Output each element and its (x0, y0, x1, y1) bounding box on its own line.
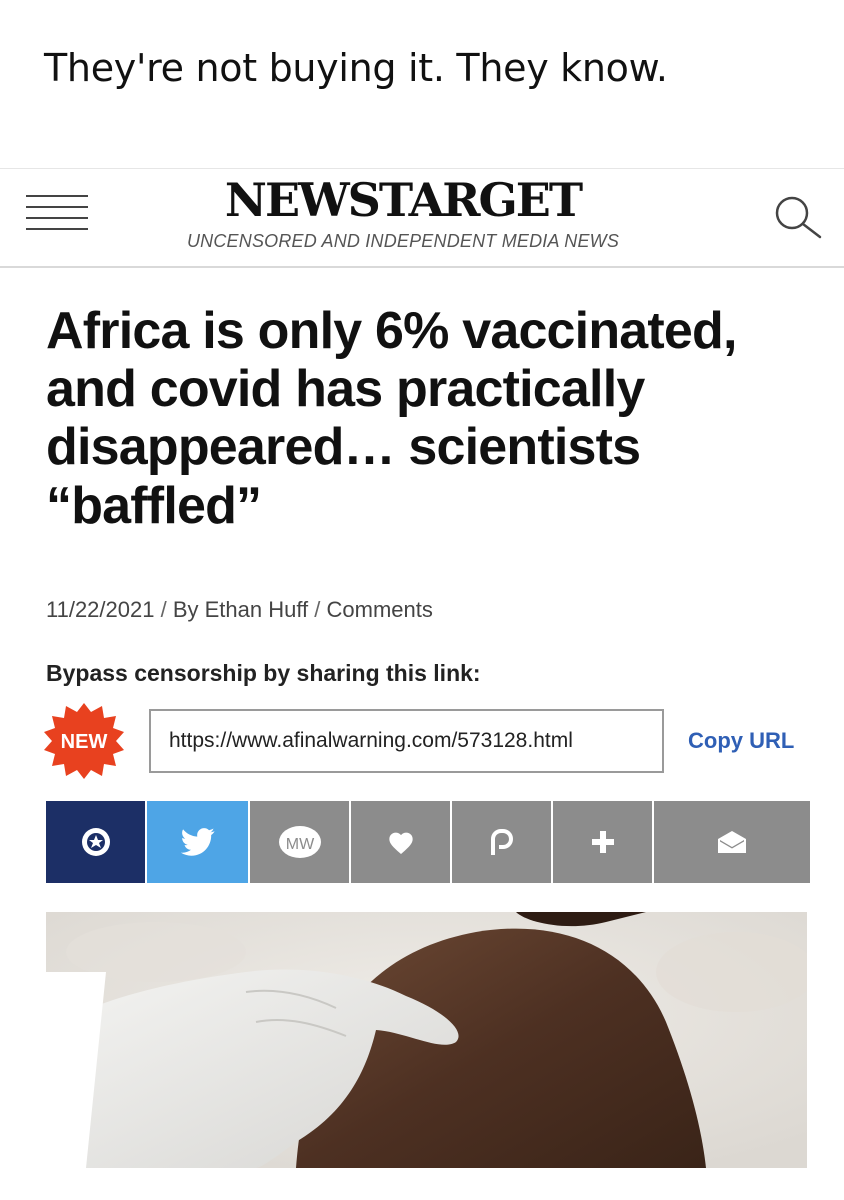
article-meta: 11/22/2021 / By Ethan Huff / Comments (46, 597, 433, 623)
share-twitter-button[interactable] (147, 801, 250, 883)
search-icon[interactable] (768, 193, 828, 241)
new-badge-text: NEW (61, 731, 108, 753)
article-headline: Africa is only 6% vaccinated, and covid … (46, 302, 737, 535)
new-badge: NEW (42, 702, 126, 780)
plus-icon (591, 831, 614, 853)
post-caption: They're not buying it. They know. (44, 46, 668, 90)
bypass-label: Bypass censorship by sharing this link: (46, 660, 481, 686)
heart-icon (388, 832, 413, 855)
site-logo[interactable]: NEWSTARGET (0, 173, 844, 227)
share-brighteon-button[interactable] (46, 801, 147, 883)
brighteon-icon (81, 828, 110, 856)
parler-icon (490, 829, 513, 855)
share-mewe-button[interactable]: MW (250, 801, 351, 883)
article-author-link[interactable]: By Ethan Huff (173, 597, 308, 622)
comments-link[interactable]: Comments (327, 597, 433, 622)
share-favorite-button[interactable] (351, 801, 452, 883)
share-parler-button[interactable] (452, 801, 553, 883)
article-date: 11/22/2021 (46, 597, 155, 622)
copy-url-button[interactable]: Copy URL (688, 728, 794, 754)
envelope-icon (718, 831, 746, 853)
twitter-icon (180, 828, 214, 856)
site-tagline: UNCENSORED AND INDEPENDENT MEDIA NEWS (186, 231, 620, 251)
meta-separator: / (308, 597, 327, 622)
mewe-icon: MW (278, 826, 321, 858)
meta-separator: / (154, 597, 173, 622)
share-url-input[interactable] (149, 709, 664, 773)
site-header: NEWSTARGET UNCENSORED AND INDEPENDENT ME… (0, 168, 844, 268)
share-email-button[interactable] (654, 801, 810, 883)
mewe-icon-text: MW (285, 836, 314, 853)
article-photo (46, 912, 807, 1168)
share-more-button[interactable] (553, 801, 654, 883)
share-bar: MW (46, 801, 810, 883)
